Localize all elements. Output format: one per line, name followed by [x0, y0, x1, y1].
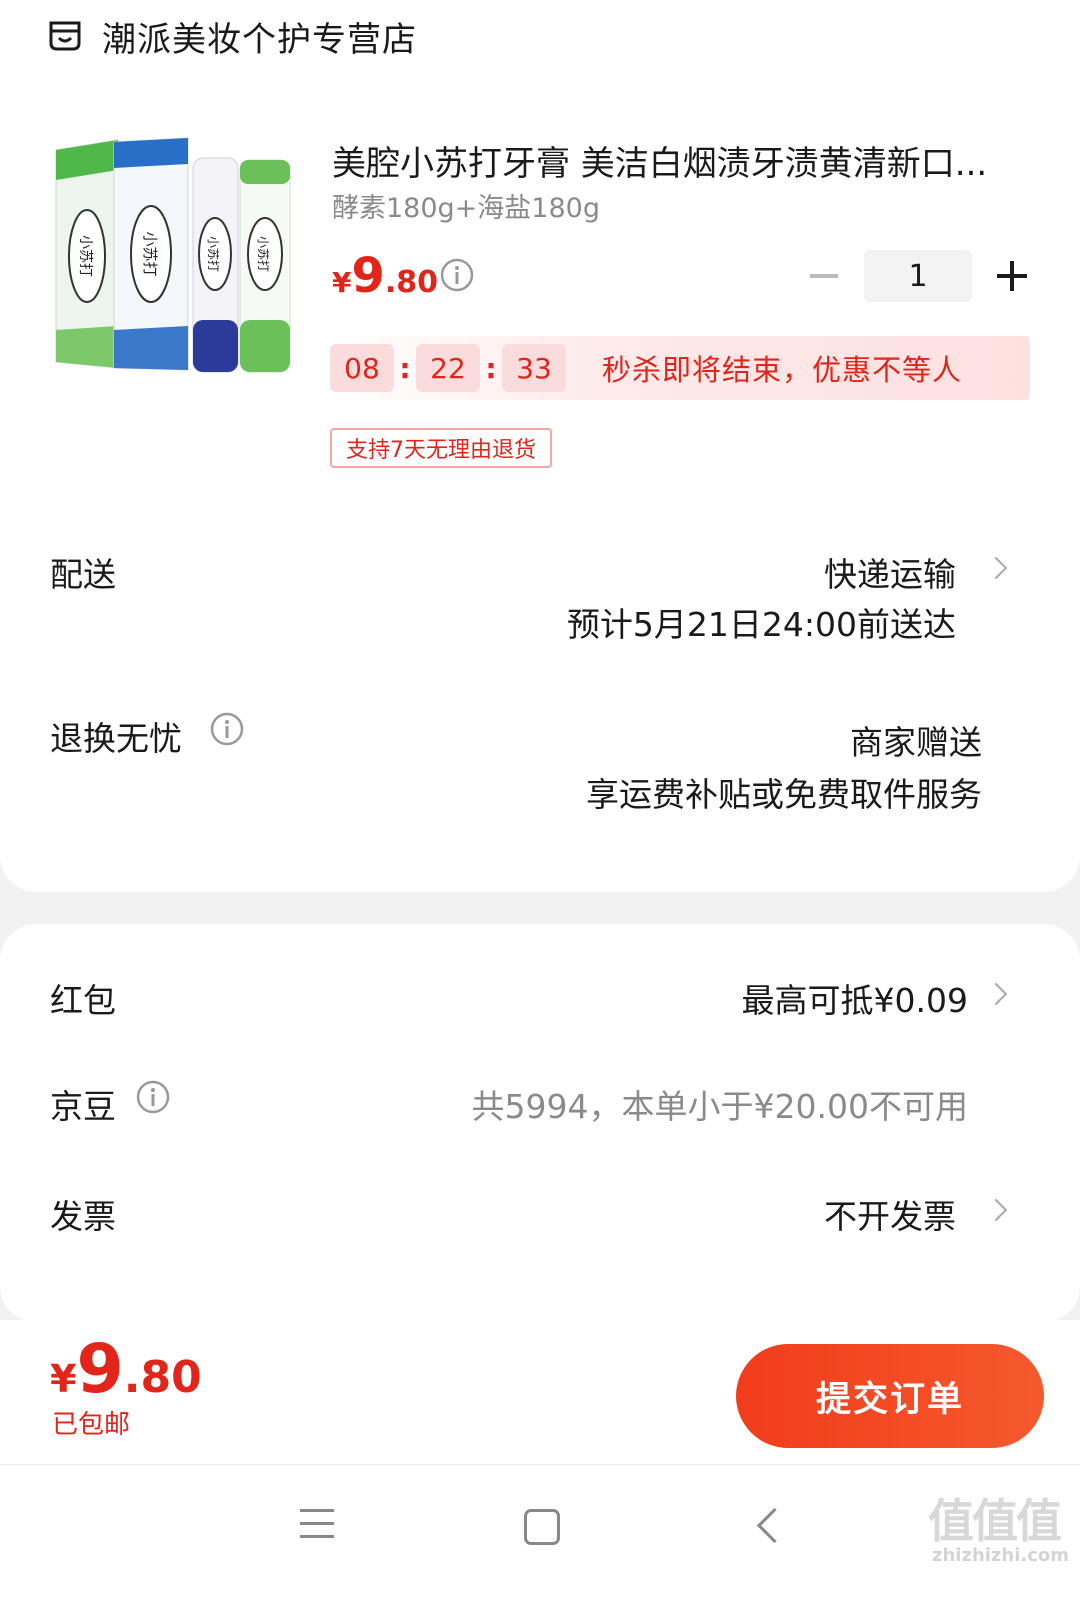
- product-price: ¥9.80: [332, 248, 439, 304]
- returns-line2: 享运费补贴或免费取件服务: [586, 775, 982, 814]
- redpacket-label: 红包: [50, 981, 116, 1020]
- product-title[interactable]: 美腔小苏打牙膏 美洁白烟渍牙渍黄清新口...: [332, 136, 1032, 185]
- order-card-product: 潮派美妆个护专营店 小苏打 小苏打 小苏打 小苏打 美腔小苏打牙膏 美洁白烟渍牙…: [0, 0, 1080, 892]
- redpacket-value[interactable]: 最高可抵¥0.09: [742, 974, 968, 1022]
- quantity-stepper: 1: [808, 250, 1028, 302]
- product-image-label: 小苏打: [77, 235, 94, 277]
- home-icon[interactable]: [524, 1509, 560, 1545]
- delivery-eta: 预计5月21日24:00前送达: [566, 605, 956, 644]
- order-card-discounts: 红包 最高可抵¥0.09 京豆 共5994，本单小于¥20.00不可用 发票 不…: [0, 924, 1080, 1322]
- delivery-label: 配送: [50, 555, 116, 594]
- shipping-status: 已包邮: [52, 1410, 131, 1440]
- countdown-separator: :: [399, 351, 411, 385]
- total-price: ¥9.80: [50, 1330, 202, 1409]
- checkout-bar: ¥9.80 已包邮 提交订单: [0, 1320, 1080, 1465]
- delivery-method[interactable]: 快递运输: [824, 548, 956, 596]
- quantity-minus-button[interactable]: [808, 260, 840, 292]
- shop-icon: [49, 21, 81, 51]
- invoice-label: 发票: [50, 1197, 116, 1236]
- jingdou-label: 京豆: [50, 1087, 116, 1126]
- back-icon[interactable]: [756, 1507, 793, 1544]
- returns-line1: 商家赠送: [850, 723, 982, 762]
- chevron-right-icon[interactable]: [984, 1198, 1008, 1222]
- countdown-seconds: 33: [502, 344, 566, 392]
- product-image[interactable]: 小苏打 小苏打 小苏打 小苏打: [48, 130, 306, 388]
- product-spec[interactable]: 酵素180g+海盐180g: [332, 186, 600, 225]
- chevron-right-icon[interactable]: [984, 556, 1008, 580]
- shop-name: 潮派美妆个护专营店: [102, 19, 417, 60]
- quantity-plus-button[interactable]: [996, 260, 1028, 292]
- countdown-hours: 08: [330, 344, 394, 392]
- product-image-label: 小苏打: [256, 236, 270, 272]
- jingdou-info-icon[interactable]: [136, 1080, 170, 1114]
- returns-info-icon[interactable]: [210, 712, 244, 746]
- quantity-input[interactable]: 1: [864, 250, 972, 302]
- countdown-minutes: 22: [416, 344, 480, 392]
- submit-order-button[interactable]: 提交订单: [736, 1344, 1044, 1448]
- watermark-url: zhizhizhi.com: [932, 1545, 1070, 1566]
- product-image-label: 小苏打: [141, 231, 159, 276]
- product-image-label: 小苏打: [206, 236, 220, 272]
- seckill-banner: 08 : 22 : 33 秒杀即将结束，优惠不等人: [330, 336, 1030, 400]
- price-info-icon[interactable]: [440, 258, 474, 292]
- returns-label: 退换无忧: [50, 719, 182, 758]
- seckill-text: 秒杀即将结束，优惠不等人: [602, 353, 963, 387]
- watermark-logo: 值值值: [928, 1494, 1062, 1548]
- invoice-value[interactable]: 不开发票: [824, 1190, 956, 1238]
- chevron-right-icon[interactable]: [984, 982, 1008, 1006]
- return-policy-tag: 支持7天无理由退货: [330, 428, 552, 468]
- countdown-separator: :: [485, 351, 497, 385]
- menu-icon[interactable]: [300, 1509, 334, 1539]
- shop-header[interactable]: 潮派美妆个护专营店: [48, 12, 417, 60]
- jingdou-value: 共5994，本单小于¥20.00不可用: [471, 1087, 968, 1126]
- system-nav-bar: 值值值 zhizhizhi.com: [0, 1465, 1080, 1598]
